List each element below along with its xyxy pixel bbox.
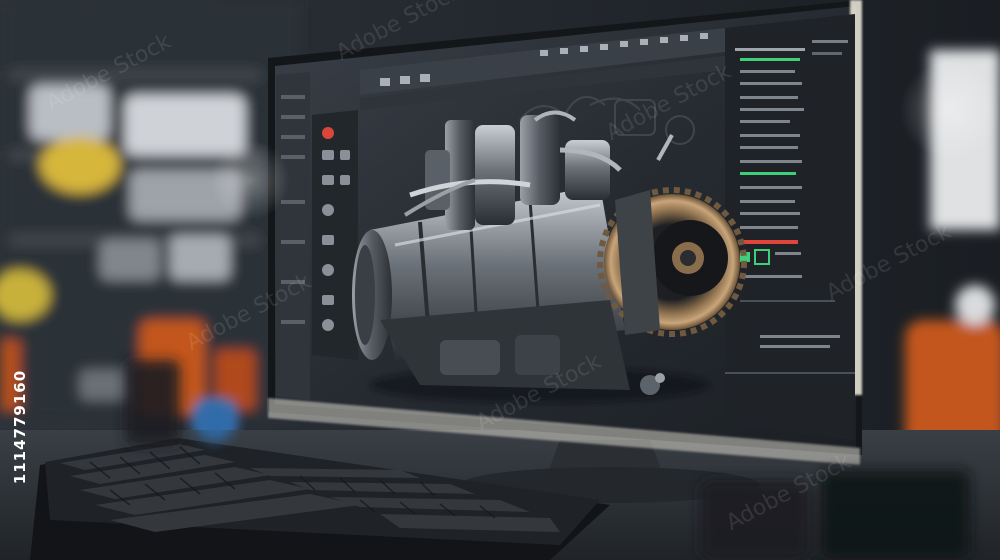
cad-left-toolbar <box>312 110 358 360</box>
stock-id-label: 1114779160 <box>8 320 32 540</box>
stock-id-text: 1114779160 <box>11 369 29 485</box>
photo-illustration <box>0 0 1000 560</box>
photo-scene: Adobe Stock Adobe Stock Adobe Stock Adob… <box>0 0 1000 560</box>
